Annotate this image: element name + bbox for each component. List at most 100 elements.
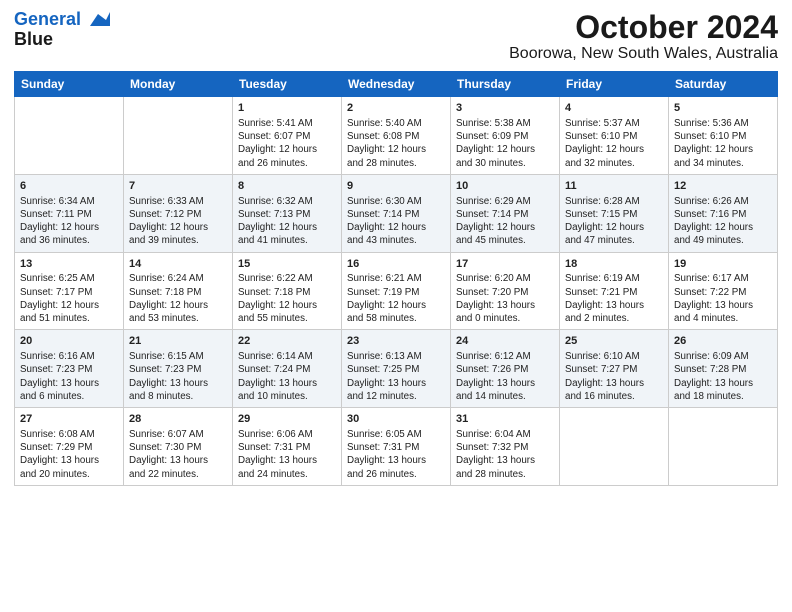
calendar-table: Sunday Monday Tuesday Wednesday Thursday…: [14, 71, 778, 486]
calendar-row: 6Sunrise: 6:34 AM Sunset: 7:11 PM Daylig…: [15, 174, 778, 252]
logo-text: General: [14, 10, 110, 30]
day-number: 9: [347, 179, 445, 194]
calendar-row: 20Sunrise: 6:16 AM Sunset: 7:23 PM Dayli…: [15, 330, 778, 408]
day-info: Sunrise: 6:17 AM Sunset: 7:22 PM Dayligh…: [674, 272, 772, 325]
day-number: 5: [674, 101, 772, 116]
calendar-row: 27Sunrise: 6:08 AM Sunset: 7:29 PM Dayli…: [15, 408, 778, 486]
day-info: Sunrise: 6:16 AM Sunset: 7:23 PM Dayligh…: [20, 350, 118, 403]
table-row: [560, 408, 669, 486]
logo-blue: Blue: [14, 29, 53, 49]
table-row: 28Sunrise: 6:07 AM Sunset: 7:30 PM Dayli…: [124, 408, 233, 486]
table-row: 6Sunrise: 6:34 AM Sunset: 7:11 PM Daylig…: [15, 174, 124, 252]
col-saturday: Saturday: [669, 72, 778, 97]
day-info: Sunrise: 5:38 AM Sunset: 6:09 PM Dayligh…: [456, 117, 554, 170]
day-number: 23: [347, 334, 445, 349]
day-number: 17: [456, 257, 554, 272]
table-row: 27Sunrise: 6:08 AM Sunset: 7:29 PM Dayli…: [15, 408, 124, 486]
day-number: 10: [456, 179, 554, 194]
calendar-header-row: Sunday Monday Tuesday Wednesday Thursday…: [15, 72, 778, 97]
table-row: 2Sunrise: 5:40 AM Sunset: 6:08 PM Daylig…: [342, 97, 451, 175]
day-number: 3: [456, 101, 554, 116]
title-block: October 2024 Boorowa, New South Wales, A…: [509, 10, 778, 63]
day-info: Sunrise: 6:20 AM Sunset: 7:20 PM Dayligh…: [456, 272, 554, 325]
day-info: Sunrise: 6:15 AM Sunset: 7:23 PM Dayligh…: [129, 350, 227, 403]
day-info: Sunrise: 6:09 AM Sunset: 7:28 PM Dayligh…: [674, 350, 772, 403]
table-row: 4Sunrise: 5:37 AM Sunset: 6:10 PM Daylig…: [560, 97, 669, 175]
table-row: 26Sunrise: 6:09 AM Sunset: 7:28 PM Dayli…: [669, 330, 778, 408]
col-sunday: Sunday: [15, 72, 124, 97]
table-row: [15, 97, 124, 175]
day-number: 15: [238, 257, 336, 272]
table-row: 12Sunrise: 6:26 AM Sunset: 7:16 PM Dayli…: [669, 174, 778, 252]
col-wednesday: Wednesday: [342, 72, 451, 97]
day-number: 26: [674, 334, 772, 349]
table-row: 16Sunrise: 6:21 AM Sunset: 7:19 PM Dayli…: [342, 252, 451, 330]
table-row: 30Sunrise: 6:05 AM Sunset: 7:31 PM Dayli…: [342, 408, 451, 486]
day-number: 12: [674, 179, 772, 194]
col-thursday: Thursday: [451, 72, 560, 97]
day-number: 24: [456, 334, 554, 349]
day-info: Sunrise: 5:37 AM Sunset: 6:10 PM Dayligh…: [565, 117, 663, 170]
day-number: 16: [347, 257, 445, 272]
table-row: [669, 408, 778, 486]
table-row: 20Sunrise: 6:16 AM Sunset: 7:23 PM Dayli…: [15, 330, 124, 408]
day-number: 14: [129, 257, 227, 272]
calendar-row: 1Sunrise: 5:41 AM Sunset: 6:07 PM Daylig…: [15, 97, 778, 175]
table-row: 18Sunrise: 6:19 AM Sunset: 7:21 PM Dayli…: [560, 252, 669, 330]
day-info: Sunrise: 6:04 AM Sunset: 7:32 PM Dayligh…: [456, 428, 554, 481]
page: General Blue October 2024 Boorowa, New S…: [0, 0, 792, 612]
day-info: Sunrise: 5:40 AM Sunset: 6:08 PM Dayligh…: [347, 117, 445, 170]
table-row: 23Sunrise: 6:13 AM Sunset: 7:25 PM Dayli…: [342, 330, 451, 408]
day-info: Sunrise: 6:10 AM Sunset: 7:27 PM Dayligh…: [565, 350, 663, 403]
logo-bird-icon: [88, 12, 110, 28]
table-row: 22Sunrise: 6:14 AM Sunset: 7:24 PM Dayli…: [233, 330, 342, 408]
day-info: Sunrise: 5:36 AM Sunset: 6:10 PM Dayligh…: [674, 117, 772, 170]
table-row: 3Sunrise: 5:38 AM Sunset: 6:09 PM Daylig…: [451, 97, 560, 175]
day-number: 18: [565, 257, 663, 272]
table-row: 11Sunrise: 6:28 AM Sunset: 7:15 PM Dayli…: [560, 174, 669, 252]
day-number: 19: [674, 257, 772, 272]
day-number: 4: [565, 101, 663, 116]
day-number: 22: [238, 334, 336, 349]
table-row: 19Sunrise: 6:17 AM Sunset: 7:22 PM Dayli…: [669, 252, 778, 330]
day-number: 21: [129, 334, 227, 349]
day-info: Sunrise: 6:08 AM Sunset: 7:29 PM Dayligh…: [20, 428, 118, 481]
day-info: Sunrise: 6:32 AM Sunset: 7:13 PM Dayligh…: [238, 195, 336, 248]
day-info: Sunrise: 6:29 AM Sunset: 7:14 PM Dayligh…: [456, 195, 554, 248]
location-subtitle: Boorowa, New South Wales, Australia: [509, 45, 778, 63]
day-info: Sunrise: 6:24 AM Sunset: 7:18 PM Dayligh…: [129, 272, 227, 325]
day-number: 30: [347, 412, 445, 427]
day-info: Sunrise: 6:25 AM Sunset: 7:17 PM Dayligh…: [20, 272, 118, 325]
table-row: 9Sunrise: 6:30 AM Sunset: 7:14 PM Daylig…: [342, 174, 451, 252]
day-info: Sunrise: 6:21 AM Sunset: 7:19 PM Dayligh…: [347, 272, 445, 325]
day-info: Sunrise: 6:34 AM Sunset: 7:11 PM Dayligh…: [20, 195, 118, 248]
table-row: 10Sunrise: 6:29 AM Sunset: 7:14 PM Dayli…: [451, 174, 560, 252]
day-number: 25: [565, 334, 663, 349]
day-number: 13: [20, 257, 118, 272]
day-number: 6: [20, 179, 118, 194]
table-row: 1Sunrise: 5:41 AM Sunset: 6:07 PM Daylig…: [233, 97, 342, 175]
day-info: Sunrise: 6:33 AM Sunset: 7:12 PM Dayligh…: [129, 195, 227, 248]
day-info: Sunrise: 6:30 AM Sunset: 7:14 PM Dayligh…: [347, 195, 445, 248]
table-row: 31Sunrise: 6:04 AM Sunset: 7:32 PM Dayli…: [451, 408, 560, 486]
table-row: 21Sunrise: 6:15 AM Sunset: 7:23 PM Dayli…: [124, 330, 233, 408]
logo: General Blue: [14, 10, 110, 50]
day-info: Sunrise: 6:19 AM Sunset: 7:21 PM Dayligh…: [565, 272, 663, 325]
month-title: October 2024: [509, 10, 778, 45]
day-number: 11: [565, 179, 663, 194]
day-number: 8: [238, 179, 336, 194]
calendar-row: 13Sunrise: 6:25 AM Sunset: 7:17 PM Dayli…: [15, 252, 778, 330]
day-number: 29: [238, 412, 336, 427]
day-info: Sunrise: 6:07 AM Sunset: 7:30 PM Dayligh…: [129, 428, 227, 481]
day-number: 31: [456, 412, 554, 427]
day-info: Sunrise: 6:12 AM Sunset: 7:26 PM Dayligh…: [456, 350, 554, 403]
table-row: 14Sunrise: 6:24 AM Sunset: 7:18 PM Dayli…: [124, 252, 233, 330]
day-number: 20: [20, 334, 118, 349]
day-info: Sunrise: 6:14 AM Sunset: 7:24 PM Dayligh…: [238, 350, 336, 403]
day-number: 1: [238, 101, 336, 116]
table-row: 8Sunrise: 6:32 AM Sunset: 7:13 PM Daylig…: [233, 174, 342, 252]
table-row: 5Sunrise: 5:36 AM Sunset: 6:10 PM Daylig…: [669, 97, 778, 175]
table-row: 29Sunrise: 6:06 AM Sunset: 7:31 PM Dayli…: [233, 408, 342, 486]
day-info: Sunrise: 6:28 AM Sunset: 7:15 PM Dayligh…: [565, 195, 663, 248]
day-info: Sunrise: 6:13 AM Sunset: 7:25 PM Dayligh…: [347, 350, 445, 403]
